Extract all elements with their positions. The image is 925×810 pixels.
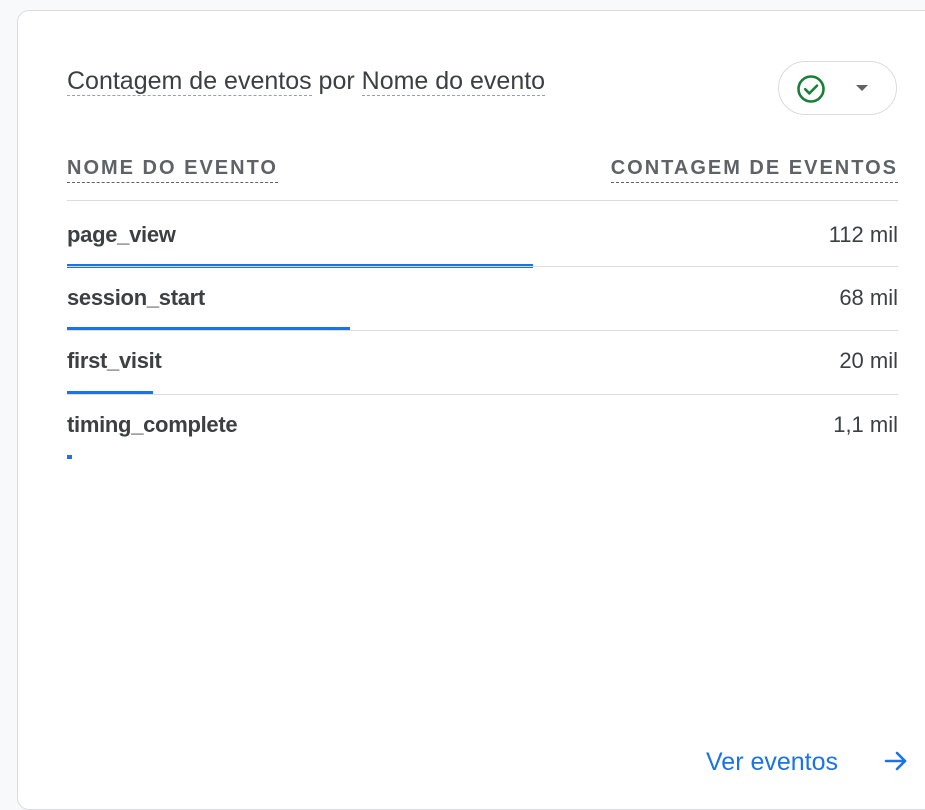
title-metric[interactable]: Contagem de eventos <box>67 67 312 96</box>
column-header-event-name[interactable]: NOME DO EVENTO <box>67 154 278 183</box>
title-dimension[interactable]: Nome do evento <box>361 67 546 96</box>
event-count-cell: 112 mil <box>828 222 898 247</box>
title-joiner: por <box>311 67 362 95</box>
header-divider <box>67 200 898 201</box>
arrow-right-icon[interactable] <box>883 748 909 774</box>
event-name-cell: session_start <box>67 285 205 310</box>
row-divider <box>67 394 898 395</box>
event-count-cell: 1,1 mil <box>833 412 898 437</box>
event-name-cell: timing_complete <box>67 412 238 437</box>
row-divider <box>67 266 898 267</box>
event-count-cell: 20 mil <box>839 348 898 373</box>
check-circle-icon <box>797 75 825 103</box>
view-events-link[interactable]: Ver eventos <box>706 745 838 779</box>
event-count-cell: 68 mil <box>839 285 898 310</box>
event-name-cell: page_view <box>67 222 176 247</box>
caret-down-icon <box>856 85 868 91</box>
event-share-bar <box>67 455 72 459</box>
card-title: Contagem de eventos por Nome do evento <box>67 64 546 98</box>
row-divider <box>67 330 898 331</box>
event-name-cell: first_visit <box>67 348 162 373</box>
column-header-event-count[interactable]: CONTAGEM DE EVENTOS <box>610 154 898 183</box>
status-dropdown-button[interactable] <box>778 61 897 115</box>
